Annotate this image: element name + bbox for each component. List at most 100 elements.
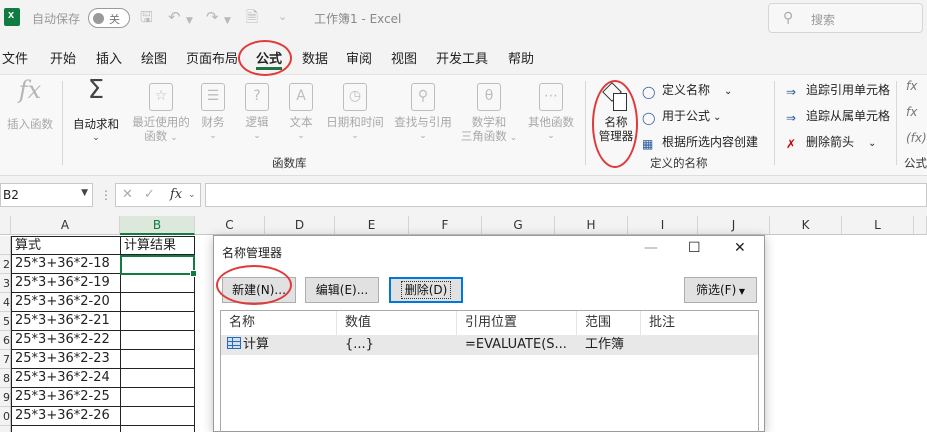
delete-name-button[interactable]: 删除(D) <box>389 277 463 303</box>
column-header[interactable]: E <box>335 216 409 235</box>
define-name-button[interactable]: ◯ 定义名称 ⌄ <box>642 81 732 99</box>
result-cell[interactable] <box>120 369 195 388</box>
date-time-button[interactable]: ◷ 日期和时间 ⌄ <box>322 83 388 143</box>
name-box[interactable]: B2 ▼ <box>0 183 93 207</box>
formula-cell[interactable]: 25*3+36*2-18 <box>11 255 121 274</box>
search-box[interactable]: ⚲ 搜索 <box>768 3 923 33</box>
row-header[interactable] <box>0 236 11 255</box>
undo-dropdown-icon[interactable]: ▼ <box>186 13 193 29</box>
names-list[interactable]: 名称 数值 引用位置 范围 批注 计算 {...} =EVALUATE(S...… <box>220 310 759 432</box>
use-in-formula-button[interactable]: ◯ 用于公式 ⌄ <box>642 107 721 125</box>
result-cell[interactable] <box>120 293 195 312</box>
result-cell[interactable] <box>120 350 195 369</box>
tab-draw[interactable]: 绘图 <box>141 48 167 67</box>
lookup-button[interactable]: ⚲ 查找与引用 ⌄ <box>390 83 456 143</box>
formula-cell[interactable]: 25*3+36*2-19 <box>11 274 121 293</box>
result-cell[interactable] <box>120 388 195 407</box>
formula-cell[interactable]: 25*3+36*2-21 <box>11 312 121 331</box>
result-cell[interactable] <box>120 274 195 293</box>
new-name-button[interactable]: 新建(N)... <box>222 277 296 303</box>
trace-precedents-button[interactable]: ⇒ 追踪引用单元格 <box>786 81 890 99</box>
cell-a1[interactable]: 算式 <box>11 236 121 255</box>
formula-cell[interactable]: 25*3+36*2-24 <box>11 369 121 388</box>
remove-arrows-button[interactable]: ✗ 删除箭头 ⌄ <box>786 133 876 151</box>
row-header[interactable]: 5 <box>0 312 11 331</box>
column-header[interactable]: G <box>482 216 555 235</box>
column-header[interactable]: K <box>770 216 842 235</box>
formula-cell[interactable] <box>11 426 121 432</box>
column-header[interactable]: J <box>698 216 770 235</box>
autosave-toggle[interactable]: 关 <box>88 8 130 28</box>
tab-home[interactable]: 开始 <box>50 48 76 67</box>
error-checking-icon[interactable]: fx <box>906 105 917 119</box>
column-comment-header[interactable]: 批注 <box>641 311 758 335</box>
list-item[interactable]: 计算 {...} =EVALUATE(S... 工作簿 <box>221 335 758 355</box>
formula-input[interactable] <box>205 183 927 207</box>
trace-dependents-button[interactable]: ⇒ 追踪从属单元格 <box>786 107 890 125</box>
undo-icon[interactable]: ↶ <box>168 9 181 25</box>
maximize-icon[interactable]: ☐ <box>688 240 701 256</box>
chevron-down-icon[interactable]: ⌄ <box>188 190 196 200</box>
tab-insert[interactable]: 插入 <box>96 48 122 67</box>
row-header[interactable]: 6 <box>0 331 11 350</box>
select-all-corner[interactable] <box>0 216 11 235</box>
row-header[interactable]: 2 <box>0 255 11 274</box>
row-header[interactable]: 3 <box>0 274 11 293</box>
customize-toolbar-icon[interactable]: ⌄ <box>278 9 287 25</box>
print-preview-icon[interactable]: 🗎 <box>246 9 258 25</box>
row-header[interactable]: 0 <box>0 407 11 426</box>
formula-cell[interactable]: 25*3+36*2-20 <box>11 293 121 312</box>
column-name-header[interactable]: 名称 <box>221 311 337 335</box>
tab-review[interactable]: 审阅 <box>346 48 372 67</box>
column-header[interactable]: D <box>265 216 335 235</box>
column-header[interactable]: C <box>195 216 265 235</box>
row-header[interactable] <box>0 426 11 432</box>
result-cell[interactable] <box>120 407 195 426</box>
create-from-selection-button[interactable]: ▦ 根据所选内容创建 <box>642 133 758 151</box>
column-header[interactable]: H <box>555 216 628 235</box>
formula-cell[interactable]: 25*3+36*2-26 <box>11 407 121 426</box>
column-header[interactable]: I <box>628 216 698 235</box>
result-cell[interactable] <box>120 331 195 350</box>
column-header[interactable] <box>914 216 927 235</box>
financial-button[interactable]: ☰ 财务 ⌄ <box>196 83 230 143</box>
save-icon[interactable]: 🖫 <box>140 9 153 25</box>
tab-developer[interactable]: 开发工具 <box>436 48 488 67</box>
column-value-header[interactable]: 数值 <box>337 311 457 335</box>
row-header[interactable]: 9 <box>0 388 11 407</box>
tab-page-layout[interactable]: 页面布局 <box>186 48 238 67</box>
tab-view[interactable]: 视图 <box>391 48 417 67</box>
redo-dropdown-icon[interactable]: ▼ <box>224 13 231 29</box>
logical-button[interactable]: ? 逻辑 ⌄ <box>240 83 274 143</box>
formula-cell[interactable]: 25*3+36*2-22 <box>11 331 121 350</box>
result-cell[interactable] <box>120 426 195 432</box>
insert-function-icon[interactable]: fx <box>170 187 182 202</box>
insert-function-button[interactable]: fx 插入函数 <box>4 78 56 131</box>
math-trig-button[interactable]: θ 数学和 三角函数 ⌄ <box>458 83 520 145</box>
tab-help[interactable]: 帮助 <box>508 48 534 67</box>
column-header[interactable]: B <box>120 216 195 235</box>
evaluate-formula-icon[interactable]: (fx) <box>906 131 927 145</box>
column-scope-header[interactable]: 范围 <box>577 311 641 335</box>
column-header[interactable]: F <box>409 216 482 235</box>
formula-cell[interactable]: 25*3+36*2-25 <box>11 388 121 407</box>
tab-file[interactable]: 文件 <box>2 48 28 67</box>
tab-formulas[interactable]: 公式 <box>256 48 282 67</box>
redo-icon[interactable]: ↷ <box>206 9 219 25</box>
show-formulas-icon[interactable]: fx <box>906 79 917 93</box>
row-header[interactable]: 4 <box>0 293 11 312</box>
name-manager-button[interactable]: 名称 管理器 <box>592 82 640 143</box>
chevron-down-icon[interactable]: ▼ <box>81 188 88 198</box>
text-button[interactable]: A 文本 ⌄ <box>284 83 318 143</box>
edit-name-button[interactable]: 编辑(E)... <box>305 277 379 303</box>
column-header[interactable]: L <box>842 216 914 235</box>
filter-button[interactable]: 筛选(F) ▼ <box>684 277 757 303</box>
row-header[interactable]: 7 <box>0 350 11 369</box>
minimize-icon[interactable]: — <box>644 240 658 256</box>
more-functions-button[interactable]: ⋯ 其他函数 ⌄ <box>522 83 580 143</box>
column-refers-to-header[interactable]: 引用位置 <box>457 311 577 335</box>
result-cell[interactable] <box>120 312 195 331</box>
recently-used-button[interactable]: ☆ 最近使用的 函数 ⌄ <box>132 83 190 145</box>
close-icon[interactable]: ✕ <box>734 240 746 256</box>
tab-data[interactable]: 数据 <box>302 48 328 67</box>
